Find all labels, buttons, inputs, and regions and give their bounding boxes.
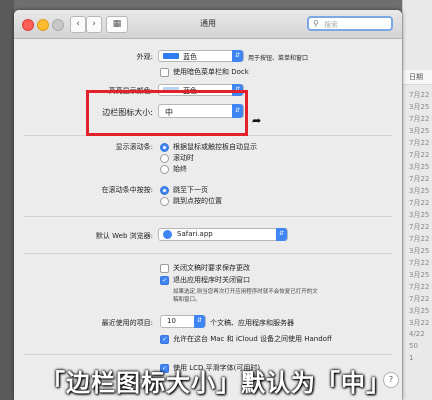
background-column-header: 日期 <box>403 70 432 85</box>
handoff-checkbox[interactable]: ✓ <box>160 335 169 344</box>
click-jump-spot-radio[interactable] <box>160 197 169 206</box>
background-header-label: 日期 <box>409 73 423 81</box>
scrollbars-option-scrolling: 滚动时 <box>173 154 194 162</box>
ask-keep-changes-checkbox[interactable] <box>160 264 169 273</box>
scrollbars-option-always: 始终 <box>173 165 187 173</box>
video-caption: 「边栏图标大小」默认为「中」 <box>41 369 391 397</box>
general-preferences-window: ‹ › ▦ 通用 ⚲ 搜索 外观: 蓝色 ⇵ 用于按钮、菜单和窗口 使用暗色菜单… <box>14 10 402 400</box>
background-date-cell: 7月22 <box>409 259 430 267</box>
background-date-cell: 3月25 <box>409 211 430 219</box>
recent-items-suffix: 个文稿、应用程序和服务器 <box>210 319 294 327</box>
search-field[interactable]: ⚲ 搜索 <box>307 16 393 31</box>
scrollbars-option-auto-radio[interactable] <box>160 143 169 152</box>
click-scrollbar-label: 在滚动条中按按: <box>101 186 153 194</box>
recent-items-label: 最近使用的项目: <box>101 319 153 327</box>
chevron-updown-icon: ⇵ <box>232 50 243 62</box>
background-date-cell: 7月22 <box>409 115 430 123</box>
background-date-cell: 7月22 <box>409 175 430 183</box>
background-date-cell: 7月22 <box>409 151 430 159</box>
click-jump-spot-option: 跳到点按的位置 <box>173 197 222 205</box>
mouse-pointer-icon: ➦ <box>252 114 262 127</box>
background-date-cell: 3月25 <box>409 103 430 111</box>
ask-keep-changes-label: 关闭文稿时要求保存更改 <box>173 264 250 272</box>
scrollbars-option-auto: 根据鼠标或触控板自动显示 <box>173 143 257 151</box>
click-next-page-option: 跳至下一页 <box>173 186 208 194</box>
dark-menu-checkbox[interactable] <box>160 68 169 77</box>
scrollbars-option-always-radio[interactable] <box>160 165 169 174</box>
background-date-cell: 3月25 <box>409 187 430 195</box>
checkmark-icon: ✓ <box>161 277 168 284</box>
background-date-cell: 3月25 <box>409 271 430 279</box>
chevron-updown-icon: ⇵ <box>276 228 287 241</box>
background-finder-column: 日期 7月22 3月25 7月22 3月25 7月22 7月22 3月25 7月22 3月25 7… <box>402 0 432 400</box>
background-date-cell: 7月22 <box>409 199 430 207</box>
recent-items-value: 10 <box>167 317 176 325</box>
search-placeholder: 搜索 <box>324 21 338 29</box>
background-date-cell: 3月25 <box>409 163 430 171</box>
background-date-cell: 1 <box>409 354 414 362</box>
close-windows-label: 退出应用程序时关闭窗口 <box>173 276 250 284</box>
close-windows-note-line1: 如果选定,则当您再次打开应用程序时就不会恢复已打开的文 <box>173 289 318 295</box>
appearance-label: 外观: <box>136 53 153 61</box>
scrollbars-label: 显示滚动条: <box>115 143 153 151</box>
separator <box>24 354 392 355</box>
default-browser-popup[interactable]: Safari.app ⇵ <box>158 228 288 241</box>
close-windows-note-line2: 稿和窗口。 <box>173 297 201 303</box>
handoff-label: 允许在这台 Mac 和 iCloud 设备之间使用 Handoff <box>173 335 332 343</box>
background-date-cell: 50 <box>409 342 418 350</box>
highlight-annotation-box <box>86 90 248 136</box>
background-date-cell: 7月22 <box>409 139 430 147</box>
background-date-cell: 3月25 <box>409 127 430 135</box>
dark-menu-label: 使用暗色菜单栏和 Dock <box>173 68 249 76</box>
recent-items-popup[interactable]: 10 ⇵ <box>160 315 206 328</box>
background-date-cell: 7月22 <box>409 295 430 303</box>
search-icon: ⚲ <box>313 19 319 28</box>
title-bar: ‹ › ▦ 通用 ⚲ 搜索 <box>14 10 402 39</box>
appearance-note: 用于按钮、菜单和窗口 <box>248 55 309 62</box>
safari-compass-icon <box>163 230 172 239</box>
appearance-swatch <box>163 53 179 59</box>
background-date-cell: 3月22 <box>409 319 430 327</box>
background-date-cell: 7月22 <box>409 91 430 99</box>
appearance-value: 蓝色 <box>183 53 197 61</box>
chevron-updown-icon: ⇵ <box>194 315 205 328</box>
background-left <box>0 0 14 400</box>
background-date-cell: 3月25 <box>409 247 430 255</box>
separator <box>24 216 392 217</box>
default-browser-label: 默认 Web 浏览器: <box>95 232 153 240</box>
background-date-cell: 7月22 <box>409 283 430 291</box>
background-date-cell: 3月25 <box>409 307 430 315</box>
background-date-cell: 4/22 <box>409 330 425 338</box>
background-date-cell: 7月22 <box>409 235 430 243</box>
checkmark-icon: ✓ <box>161 336 168 343</box>
close-windows-checkbox[interactable]: ✓ <box>160 276 169 285</box>
click-next-page-radio[interactable] <box>160 186 169 195</box>
separator <box>24 253 392 254</box>
default-browser-value: Safari.app <box>177 230 213 238</box>
background-date-cell: 7月22 <box>409 223 430 231</box>
appearance-popup[interactable]: 蓝色 ⇵ <box>158 50 244 62</box>
scrollbars-option-scrolling-radio[interactable] <box>160 154 169 163</box>
